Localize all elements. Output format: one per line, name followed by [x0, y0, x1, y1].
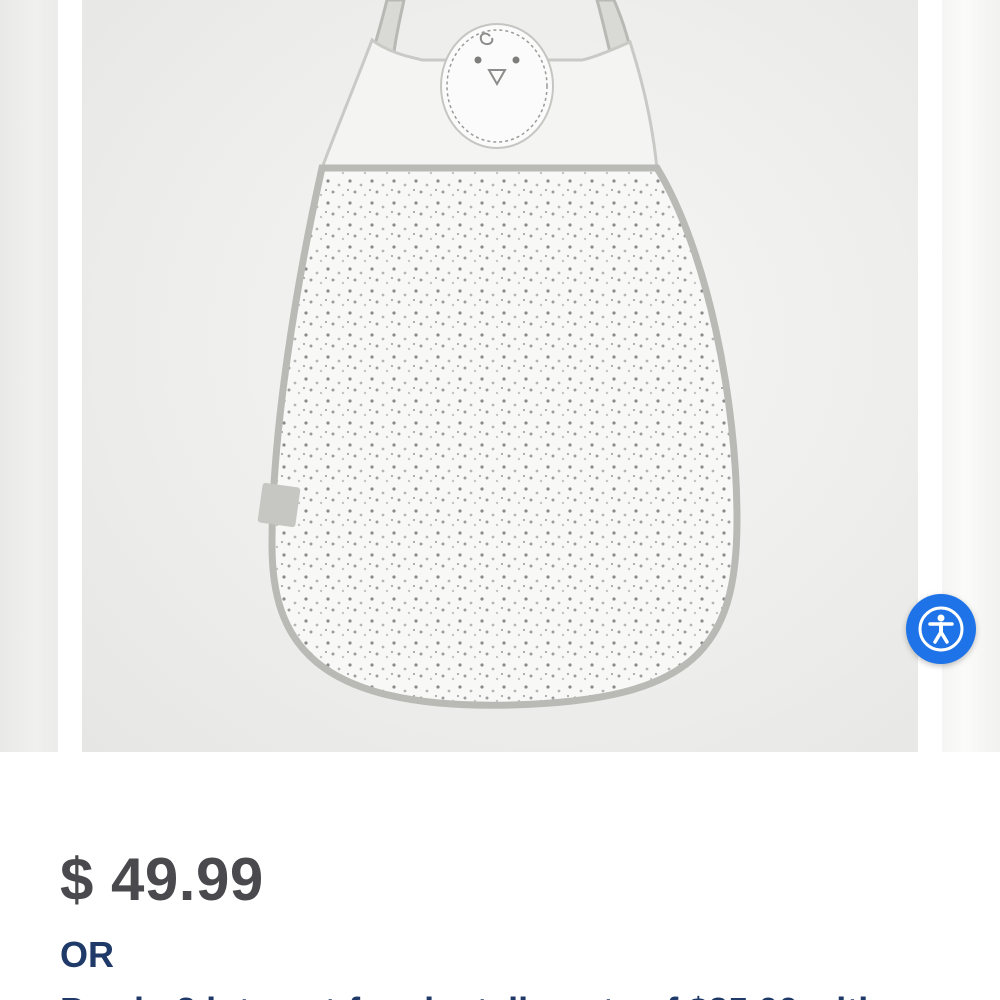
sleep-sack-illustration — [257, 0, 741, 709]
product-info: $ 49.99 OR Pay in 2 interest-free instal… — [0, 752, 1000, 1000]
accessibility-button[interactable] — [906, 594, 976, 664]
previous-product-image[interactable] — [0, 0, 58, 752]
or-label: OR — [60, 934, 114, 975]
product-image-carousel[interactable] — [0, 0, 1000, 752]
product-page: $ 49.99 OR Pay in 2 interest-free instal… — [0, 0, 1000, 1000]
main-product-image[interactable] — [82, 0, 918, 752]
product-price: $ 49.99 — [60, 846, 264, 913]
accessibility-person-icon — [918, 606, 964, 652]
installment-offer-text[interactable]: Pay in 2 interest-free installments of $… — [60, 990, 880, 1000]
